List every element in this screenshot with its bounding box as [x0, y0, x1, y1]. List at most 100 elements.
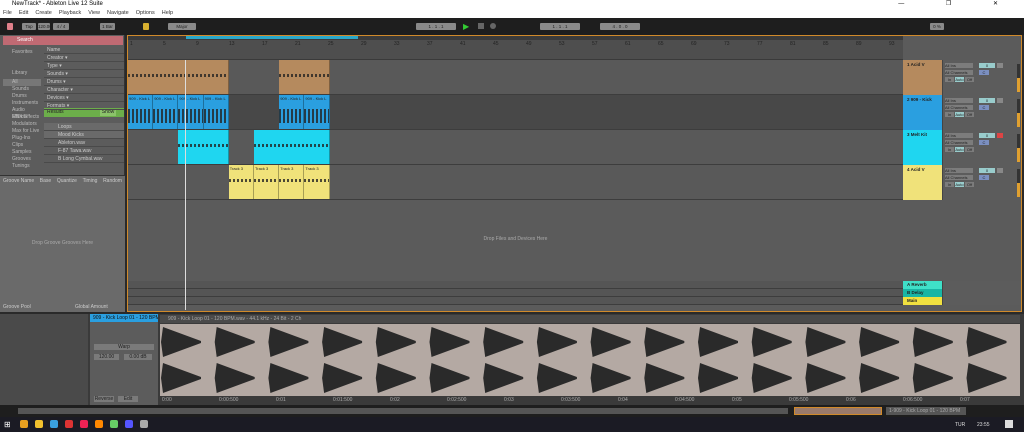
- clip[interactable]: 909 - Kick L: [153, 95, 178, 129]
- filter-5[interactable]: Character ▾: [44, 86, 124, 94]
- filter-0[interactable]: Name: [44, 46, 124, 54]
- gain-field[interactable]: 0.00 dB: [124, 354, 152, 360]
- return-lane[interactable]: [128, 297, 903, 305]
- groove-column-header[interactable]: Base: [40, 178, 51, 184]
- loop-start-field[interactable]: 1 . 1 . 1: [540, 23, 580, 30]
- input-type-select[interactable]: All Ins: [945, 133, 973, 138]
- monitor-off-button[interactable]: Off: [965, 182, 974, 187]
- input-type-select[interactable]: All Ins: [945, 63, 973, 68]
- quantize-select[interactable]: 1 Bar: [100, 23, 115, 30]
- monitor-auto-button[interactable]: Auto: [955, 77, 964, 82]
- monitor-in-button[interactable]: In: [945, 182, 954, 187]
- taskbar-app-icon[interactable]: [95, 420, 103, 428]
- input-channel-select[interactable]: All Channels: [945, 105, 973, 110]
- input-type-select[interactable]: All Ins: [945, 168, 973, 173]
- monitor-off-button[interactable]: Off: [965, 112, 974, 117]
- monitor-auto-button[interactable]: Auto: [955, 112, 964, 117]
- filter-2[interactable]: Type ▾: [44, 62, 124, 70]
- track-header[interactable]: 2 909 - Kick: [903, 95, 942, 130]
- pan-field[interactable]: C: [979, 105, 989, 110]
- results-show-button[interactable]: Show: [100, 109, 116, 116]
- taskbar-app-icon[interactable]: [65, 420, 73, 428]
- menu-help[interactable]: Help: [162, 9, 173, 18]
- taskbar-app-icon[interactable]: [110, 420, 118, 428]
- reverse-button[interactable]: Reverse: [94, 396, 114, 402]
- tempo-field[interactable]: 120.00: [38, 23, 50, 30]
- browser-search-input[interactable]: Search: [3, 36, 123, 45]
- clip[interactable]: [279, 60, 329, 94]
- sidebar-item-sounds[interactable]: Sounds: [3, 86, 41, 93]
- clip[interactable]: Track 3: [229, 165, 254, 199]
- stop-button[interactable]: [478, 23, 484, 29]
- scale-select[interactable]: Major: [168, 23, 196, 30]
- volume-field[interactable]: 0: [979, 98, 995, 103]
- taskbar-app-icon[interactable]: [35, 420, 43, 428]
- sidebar-item-clips[interactable]: Clips: [3, 142, 41, 149]
- input-type-select[interactable]: All Ins: [945, 98, 973, 103]
- menu-file[interactable]: File: [3, 9, 12, 18]
- browser-item[interactable]: Ableton.wav: [44, 139, 124, 147]
- notifications-icon[interactable]: [1005, 420, 1013, 428]
- return-header[interactable]: Main: [903, 297, 942, 305]
- groove-column-header[interactable]: Quantize: [57, 178, 77, 184]
- monitor-in-button[interactable]: In: [945, 112, 954, 117]
- taskbar-app-icon[interactable]: [140, 420, 148, 428]
- volume-field[interactable]: 0: [979, 63, 995, 68]
- menu-playback[interactable]: Playback: [59, 9, 81, 18]
- browser-item[interactable]: B Long Cymbal.wav: [44, 155, 124, 163]
- clip[interactable]: [128, 60, 229, 94]
- language-indicator[interactable]: TUR: [955, 422, 965, 428]
- pan-field[interactable]: C: [979, 140, 989, 145]
- sidebar-item-tunings[interactable]: Tunings: [3, 163, 41, 170]
- clip[interactable]: 909 - Kick L: [279, 95, 304, 129]
- arrangement-view[interactable]: 1591317212529333741454953576165697377818…: [127, 35, 1022, 312]
- return-header[interactable]: A Reverb: [903, 281, 942, 289]
- sidebar-item-all[interactable]: All: [3, 79, 41, 86]
- track-lane[interactable]: [128, 60, 903, 95]
- sidebar-item-drums[interactable]: Drums: [3, 93, 41, 100]
- link-icon[interactable]: [7, 23, 13, 30]
- sidebar-item-samples[interactable]: Samples: [3, 149, 41, 156]
- input-channel-select[interactable]: All Channels: [945, 140, 973, 145]
- clip[interactable]: 909 - Kick L: [304, 95, 329, 129]
- return-header[interactable]: B Delay: [903, 289, 942, 297]
- taskbar-app-icon[interactable]: [80, 420, 88, 428]
- track-header[interactable]: 1 Acid V: [903, 60, 942, 95]
- browser-item[interactable]: F-87 Tawa.wav: [44, 147, 124, 155]
- input-channel-select[interactable]: All Channels: [945, 70, 973, 75]
- filter-7[interactable]: Formats ▾: [44, 102, 124, 110]
- taskbar-app-icon[interactable]: [125, 420, 133, 428]
- signature-field[interactable]: 4 / 4: [53, 23, 69, 30]
- menu-view[interactable]: View: [88, 9, 100, 18]
- menu-navigate[interactable]: Navigate: [107, 9, 129, 18]
- track-header[interactable]: 3 Melt Kit: [903, 130, 942, 165]
- volume-field[interactable]: 0: [979, 133, 995, 138]
- key-icon[interactable]: [143, 23, 149, 30]
- browser-item[interactable]: Mood Kicks: [44, 131, 124, 139]
- monitor-in-button[interactable]: In: [945, 147, 954, 152]
- clip[interactable]: 909 - Kick L: [204, 95, 229, 129]
- menu-edit[interactable]: Edit: [19, 9, 28, 18]
- window-controls[interactable]: — ❐ ✕: [898, 0, 1018, 7]
- menu-options[interactable]: Options: [136, 9, 155, 18]
- arm-button[interactable]: [997, 63, 1003, 68]
- sidebar-item-instruments[interactable]: Instruments: [3, 100, 41, 107]
- monitor-off-button[interactable]: Off: [965, 77, 974, 82]
- return-lane[interactable]: [128, 281, 903, 289]
- edit-button[interactable]: Edit: [118, 396, 138, 402]
- groove-column-header[interactable]: Timing: [83, 178, 98, 184]
- sidebar-item-max-for-live[interactable]: Max for Live: [3, 128, 41, 135]
- taskbar-app-icon[interactable]: [20, 420, 28, 428]
- timeline-ruler[interactable]: 1591317212529333741454953576165697377818…: [128, 40, 903, 60]
- menu-create[interactable]: Create: [35, 9, 52, 18]
- arm-button[interactable]: [997, 133, 1003, 138]
- clip[interactable]: 909 - Kick L: [178, 95, 203, 129]
- sidebar-item-audio-effects[interactable]: Audio Effects: [3, 107, 41, 114]
- play-button[interactable]: ▶: [463, 22, 469, 31]
- track-lane[interactable]: Track 3Track 3Track 3Track 3: [128, 165, 903, 200]
- sidebar-item-grooves[interactable]: Grooves: [3, 156, 41, 163]
- record-button[interactable]: [490, 23, 496, 29]
- sidebar-item-plug-ins[interactable]: Plug-Ins: [3, 135, 41, 142]
- clip[interactable]: 909 - Kick L: [128, 95, 153, 129]
- filter-1[interactable]: Creator ▾: [44, 54, 124, 62]
